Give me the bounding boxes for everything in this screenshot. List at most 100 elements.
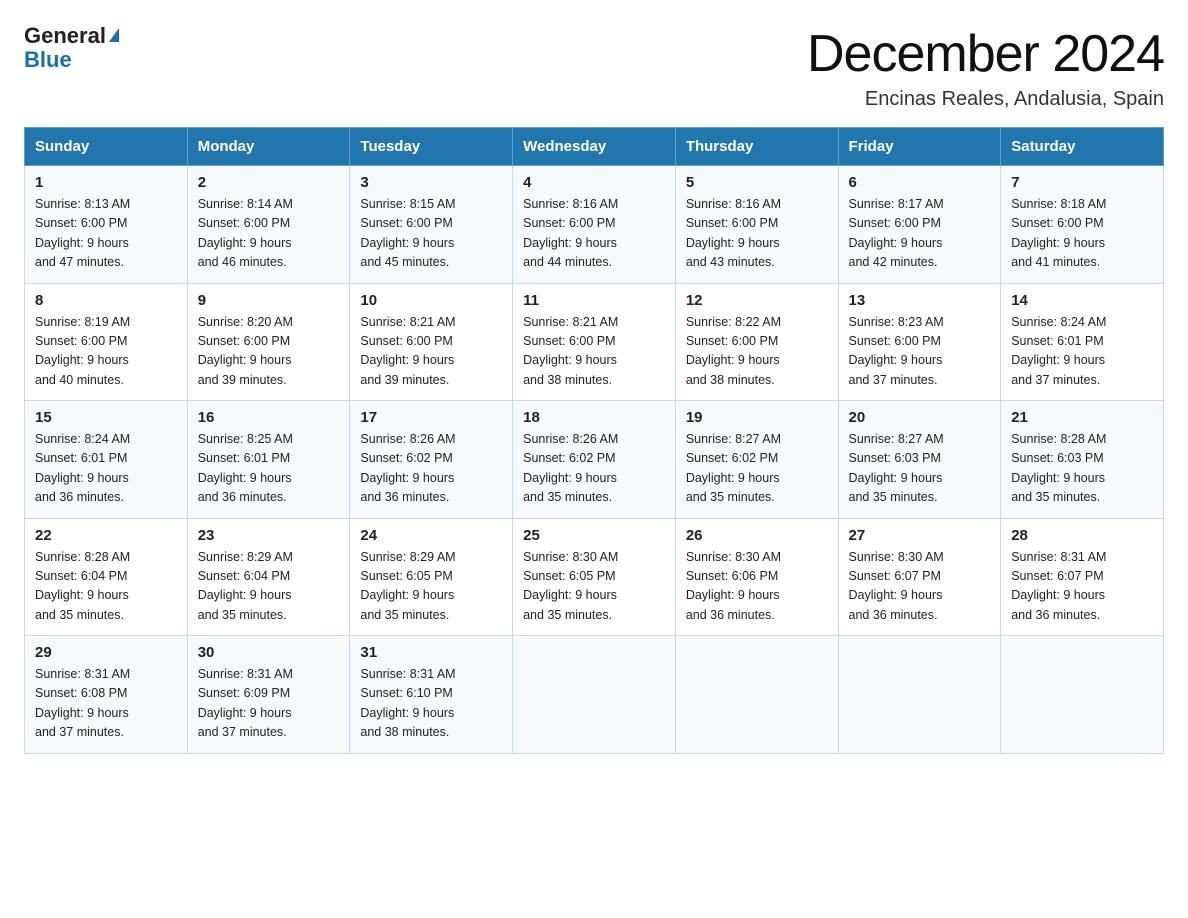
calendar-table: SundayMondayTuesdayWednesdayThursdayFrid… <box>24 127 1164 754</box>
day-number: 27 <box>849 527 991 544</box>
day-number: 9 <box>198 292 340 309</box>
page-header: General Blue December 2024 Encinas Reale… <box>24 24 1164 111</box>
logo-blue-text: Blue <box>24 48 119 72</box>
day-number: 7 <box>1011 174 1153 191</box>
calendar-week-row: 29 Sunrise: 8:31 AMSunset: 6:08 PMDaylig… <box>25 636 1164 754</box>
calendar-cell: 29 Sunrise: 8:31 AMSunset: 6:08 PMDaylig… <box>25 636 188 754</box>
day-info: Sunrise: 8:16 AMSunset: 6:00 PMDaylight:… <box>523 195 665 273</box>
calendar-cell: 19 Sunrise: 8:27 AMSunset: 6:02 PMDaylig… <box>675 401 838 519</box>
day-info: Sunrise: 8:26 AMSunset: 6:02 PMDaylight:… <box>360 430 502 508</box>
day-info: Sunrise: 8:27 AMSunset: 6:03 PMDaylight:… <box>849 430 991 508</box>
calendar-cell: 23 Sunrise: 8:29 AMSunset: 6:04 PMDaylig… <box>187 518 350 636</box>
day-info: Sunrise: 8:21 AMSunset: 6:00 PMDaylight:… <box>523 313 665 391</box>
day-info: Sunrise: 8:13 AMSunset: 6:00 PMDaylight:… <box>35 195 177 273</box>
day-number: 12 <box>686 292 828 309</box>
logo-general-text: General <box>24 23 106 48</box>
calendar-week-row: 15 Sunrise: 8:24 AMSunset: 6:01 PMDaylig… <box>25 401 1164 519</box>
day-info: Sunrise: 8:25 AMSunset: 6:01 PMDaylight:… <box>198 430 340 508</box>
calendar-cell: 12 Sunrise: 8:22 AMSunset: 6:00 PMDaylig… <box>675 283 838 401</box>
calendar-cell: 9 Sunrise: 8:20 AMSunset: 6:00 PMDayligh… <box>187 283 350 401</box>
day-number: 6 <box>849 174 991 191</box>
day-info: Sunrise: 8:31 AMSunset: 6:09 PMDaylight:… <box>198 665 340 743</box>
day-number: 5 <box>686 174 828 191</box>
day-info: Sunrise: 8:30 AMSunset: 6:05 PMDaylight:… <box>523 548 665 626</box>
day-info: Sunrise: 8:27 AMSunset: 6:02 PMDaylight:… <box>686 430 828 508</box>
weekday-header-saturday: Saturday <box>1001 128 1164 166</box>
calendar-cell <box>675 636 838 754</box>
day-info: Sunrise: 8:18 AMSunset: 6:00 PMDaylight:… <box>1011 195 1153 273</box>
weekday-header-thursday: Thursday <box>675 128 838 166</box>
calendar-cell <box>1001 636 1164 754</box>
calendar-week-row: 22 Sunrise: 8:28 AMSunset: 6:04 PMDaylig… <box>25 518 1164 636</box>
day-number: 30 <box>198 644 340 661</box>
weekday-header-row: SundayMondayTuesdayWednesdayThursdayFrid… <box>25 128 1164 166</box>
calendar-cell: 2 Sunrise: 8:14 AMSunset: 6:00 PMDayligh… <box>187 166 350 284</box>
calendar-cell: 15 Sunrise: 8:24 AMSunset: 6:01 PMDaylig… <box>25 401 188 519</box>
day-info: Sunrise: 8:30 AMSunset: 6:06 PMDaylight:… <box>686 548 828 626</box>
day-number: 14 <box>1011 292 1153 309</box>
day-info: Sunrise: 8:19 AMSunset: 6:00 PMDaylight:… <box>35 313 177 391</box>
weekday-header-tuesday: Tuesday <box>350 128 513 166</box>
day-info: Sunrise: 8:31 AMSunset: 6:10 PMDaylight:… <box>360 665 502 743</box>
day-info: Sunrise: 8:29 AMSunset: 6:05 PMDaylight:… <box>360 548 502 626</box>
calendar-cell: 18 Sunrise: 8:26 AMSunset: 6:02 PMDaylig… <box>513 401 676 519</box>
day-number: 21 <box>1011 409 1153 426</box>
calendar-cell: 16 Sunrise: 8:25 AMSunset: 6:01 PMDaylig… <box>187 401 350 519</box>
day-number: 13 <box>849 292 991 309</box>
day-number: 10 <box>360 292 502 309</box>
day-number: 31 <box>360 644 502 661</box>
calendar-cell: 14 Sunrise: 8:24 AMSunset: 6:01 PMDaylig… <box>1001 283 1164 401</box>
day-info: Sunrise: 8:26 AMSunset: 6:02 PMDaylight:… <box>523 430 665 508</box>
calendar-cell: 22 Sunrise: 8:28 AMSunset: 6:04 PMDaylig… <box>25 518 188 636</box>
day-info: Sunrise: 8:29 AMSunset: 6:04 PMDaylight:… <box>198 548 340 626</box>
day-number: 3 <box>360 174 502 191</box>
calendar-cell: 4 Sunrise: 8:16 AMSunset: 6:00 PMDayligh… <box>513 166 676 284</box>
day-info: Sunrise: 8:15 AMSunset: 6:00 PMDaylight:… <box>360 195 502 273</box>
day-number: 1 <box>35 174 177 191</box>
day-info: Sunrise: 8:31 AMSunset: 6:07 PMDaylight:… <box>1011 548 1153 626</box>
day-number: 28 <box>1011 527 1153 544</box>
subtitle: Encinas Reales, Andalusia, Spain <box>807 88 1164 111</box>
day-number: 16 <box>198 409 340 426</box>
weekday-header-friday: Friday <box>838 128 1001 166</box>
calendar-cell: 20 Sunrise: 8:27 AMSunset: 6:03 PMDaylig… <box>838 401 1001 519</box>
calendar-cell: 24 Sunrise: 8:29 AMSunset: 6:05 PMDaylig… <box>350 518 513 636</box>
calendar-cell: 7 Sunrise: 8:18 AMSunset: 6:00 PMDayligh… <box>1001 166 1164 284</box>
day-number: 29 <box>35 644 177 661</box>
day-number: 19 <box>686 409 828 426</box>
day-number: 22 <box>35 527 177 544</box>
day-info: Sunrise: 8:31 AMSunset: 6:08 PMDaylight:… <box>35 665 177 743</box>
calendar-cell: 8 Sunrise: 8:19 AMSunset: 6:00 PMDayligh… <box>25 283 188 401</box>
weekday-header-sunday: Sunday <box>25 128 188 166</box>
day-info: Sunrise: 8:14 AMSunset: 6:00 PMDaylight:… <box>198 195 340 273</box>
main-title: December 2024 <box>807 24 1164 84</box>
day-number: 20 <box>849 409 991 426</box>
day-number: 18 <box>523 409 665 426</box>
calendar-cell: 6 Sunrise: 8:17 AMSunset: 6:00 PMDayligh… <box>838 166 1001 284</box>
calendar-cell: 30 Sunrise: 8:31 AMSunset: 6:09 PMDaylig… <box>187 636 350 754</box>
day-info: Sunrise: 8:21 AMSunset: 6:00 PMDaylight:… <box>360 313 502 391</box>
calendar-cell: 3 Sunrise: 8:15 AMSunset: 6:00 PMDayligh… <box>350 166 513 284</box>
day-number: 11 <box>523 292 665 309</box>
weekday-header-wednesday: Wednesday <box>513 128 676 166</box>
day-number: 2 <box>198 174 340 191</box>
calendar-cell <box>838 636 1001 754</box>
calendar-week-row: 1 Sunrise: 8:13 AMSunset: 6:00 PMDayligh… <box>25 166 1164 284</box>
day-number: 26 <box>686 527 828 544</box>
day-number: 17 <box>360 409 502 426</box>
logo: General Blue <box>24 24 119 72</box>
day-number: 8 <box>35 292 177 309</box>
calendar-cell: 10 Sunrise: 8:21 AMSunset: 6:00 PMDaylig… <box>350 283 513 401</box>
calendar-cell: 5 Sunrise: 8:16 AMSunset: 6:00 PMDayligh… <box>675 166 838 284</box>
calendar-cell: 21 Sunrise: 8:28 AMSunset: 6:03 PMDaylig… <box>1001 401 1164 519</box>
calendar-cell: 17 Sunrise: 8:26 AMSunset: 6:02 PMDaylig… <box>350 401 513 519</box>
day-info: Sunrise: 8:24 AMSunset: 6:01 PMDaylight:… <box>1011 313 1153 391</box>
day-number: 24 <box>360 527 502 544</box>
logo-triangle-icon <box>109 28 119 42</box>
calendar-cell: 27 Sunrise: 8:30 AMSunset: 6:07 PMDaylig… <box>838 518 1001 636</box>
calendar-cell: 28 Sunrise: 8:31 AMSunset: 6:07 PMDaylig… <box>1001 518 1164 636</box>
day-info: Sunrise: 8:24 AMSunset: 6:01 PMDaylight:… <box>35 430 177 508</box>
day-info: Sunrise: 8:16 AMSunset: 6:00 PMDaylight:… <box>686 195 828 273</box>
calendar-cell: 1 Sunrise: 8:13 AMSunset: 6:00 PMDayligh… <box>25 166 188 284</box>
title-block: December 2024 Encinas Reales, Andalusia,… <box>807 24 1164 111</box>
